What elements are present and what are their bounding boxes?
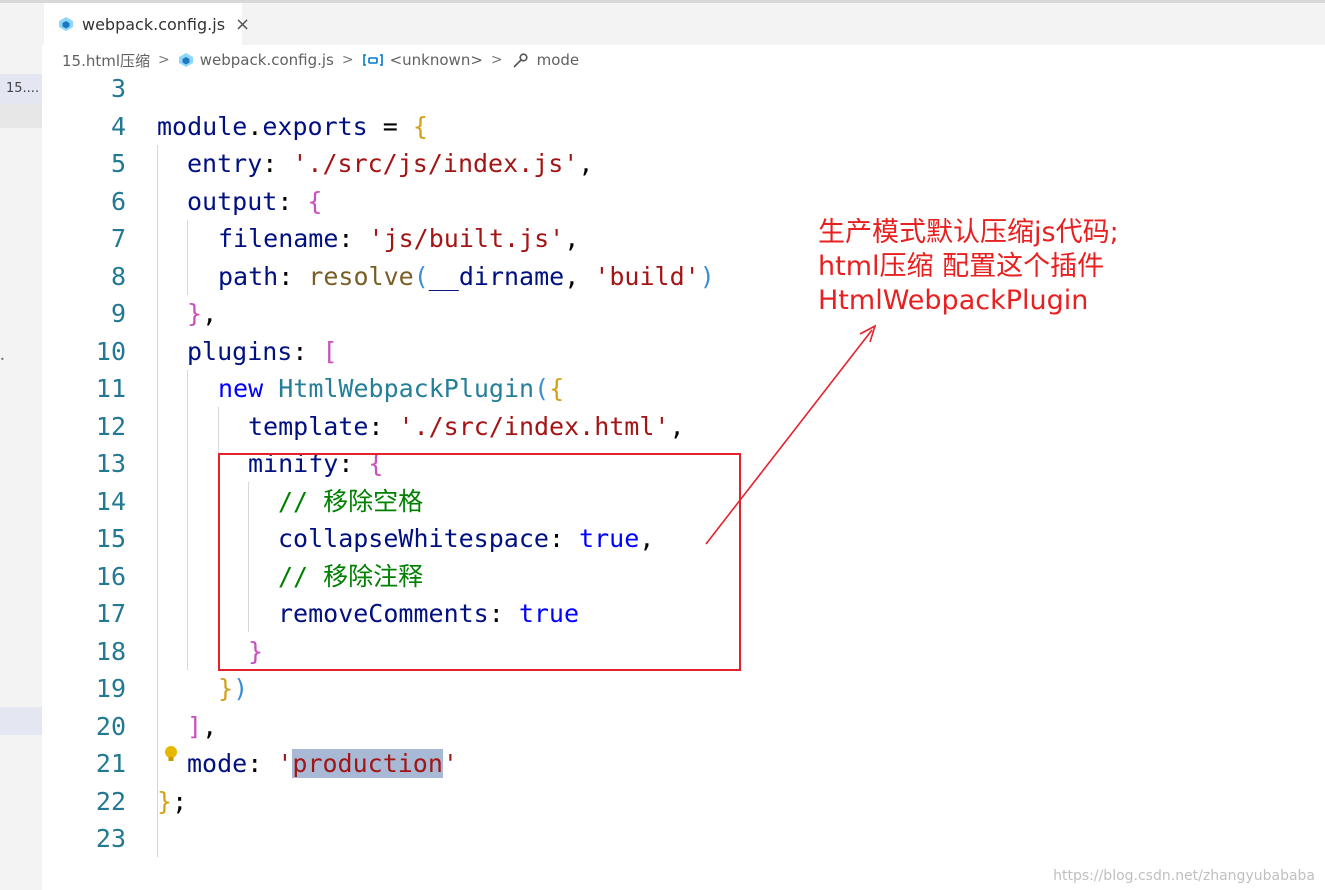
sidebar: 15.... • <box>0 45 42 890</box>
code-text: mode: 'production' <box>187 749 458 778</box>
line-number: 18 <box>95 637 126 666</box>
code-text: }, <box>187 299 218 328</box>
code-line: 7 filename: 'js/built.js', <box>44 220 1325 257</box>
breadcrumb-property[interactable]: mode <box>511 51 580 69</box>
code-text: output: { <box>187 187 323 216</box>
sidebar-item-label[interactable]: 15.... <box>0 74 42 104</box>
code-text: path: resolve(__dirname, 'build') <box>218 262 715 291</box>
tab-webpack-config[interactable]: webpack.config.js × <box>44 3 250 45</box>
line-number: 9 <box>110 299 126 328</box>
line-number: 11 <box>95 374 126 403</box>
tab-label: webpack.config.js <box>82 14 226 34</box>
annotation-highlight-box <box>218 453 741 671</box>
code-text: new HtmlWebpackPlugin({ <box>218 374 565 403</box>
code-line: 4 module.exports = { <box>44 108 1325 145</box>
breadcrumb-folder[interactable]: 15.html压缩 <box>62 50 150 71</box>
code-text: entry: './src/js/index.js', <box>187 149 594 178</box>
variable-symbol-icon <box>362 52 384 68</box>
code-line: 22 }; <box>44 783 1325 820</box>
line-number: 22 <box>95 787 126 816</box>
wrench-icon <box>511 52 531 68</box>
code-line: 10 plugins: [ <box>44 333 1325 370</box>
code-line: 12 template: './src/index.html', <box>44 408 1325 445</box>
breadcrumb-separator: > <box>341 52 354 68</box>
code-line: 11 new HtmlWebpackPlugin({ <box>44 370 1325 407</box>
line-number: 4 <box>110 112 126 141</box>
code-text: filename: 'js/built.js', <box>218 224 580 253</box>
line-number: 15 <box>95 524 126 553</box>
breadcrumb-file-label: webpack.config.js <box>199 51 334 69</box>
code-text: ], <box>187 712 218 741</box>
code-line: 8 path: resolve(__dirname, 'build') <box>44 258 1325 295</box>
annotation-line: HtmlWebpackPlugin <box>818 285 1089 316</box>
code-line: 5 entry: './src/js/index.js', <box>44 145 1325 182</box>
line-number: 14 <box>95 487 126 516</box>
line-number: 19 <box>95 674 126 703</box>
breadcrumb-symbol[interactable]: <unknown> <box>362 51 483 69</box>
code-text: plugins: [ <box>187 337 338 366</box>
breadcrumb-separator: > <box>490 52 503 68</box>
sidebar-selected-row[interactable] <box>0 104 42 128</box>
line-number: 8 <box>110 262 126 291</box>
line-number: 12 <box>95 412 126 441</box>
lightbulb-icon[interactable] <box>164 745 178 769</box>
line-number: 7 <box>110 224 126 253</box>
line-number: 20 <box>95 712 126 741</box>
code-line: 20 ], <box>44 708 1325 745</box>
annotation-line: html压缩 配置这个插件 <box>818 251 1105 282</box>
close-icon[interactable]: × <box>235 14 250 35</box>
line-number: 5 <box>110 149 126 178</box>
code-line: 21 mode: 'production' <box>44 745 1325 782</box>
breadcrumb-property-label: mode <box>536 51 580 69</box>
line-number: 16 <box>95 562 126 591</box>
code-text: }) <box>218 674 249 703</box>
breadcrumb-separator: > <box>158 52 170 68</box>
code-line: 9 }, <box>44 295 1325 332</box>
code-text: template: './src/index.html', <box>248 412 685 441</box>
breadcrumb-symbol-label: <unknown> <box>389 51 483 69</box>
code-line: 23 <box>44 820 1325 857</box>
line-number: 10 <box>95 337 126 366</box>
watermark: https://blog.csdn.net/zhangyubababa <box>1053 868 1315 884</box>
annotation-line: 生产模式默认压缩js代码; <box>818 217 1119 248</box>
line-number: 21 <box>95 749 126 778</box>
selected-text[interactable]: production <box>292 749 443 778</box>
line-number: 6 <box>110 187 126 216</box>
line-number: 23 <box>95 824 126 853</box>
line-number: 13 <box>95 449 126 478</box>
code-line: 19 }) <box>44 670 1325 707</box>
line-number: 3 <box>110 74 126 103</box>
annotation-text: 生产模式默认压缩js代码; html压缩 配置这个插件 HtmlWebpackP… <box>818 216 1119 318</box>
code-line: 3 <box>44 70 1325 107</box>
code-text: }; <box>157 787 188 816</box>
webpack-cube-icon <box>178 52 194 68</box>
breadcrumb-file[interactable]: webpack.config.js <box>178 51 334 69</box>
code-text: module.exports = { <box>157 112 428 141</box>
sidebar-highlight-row[interactable] <box>0 707 42 735</box>
sidebar-marker: • <box>0 355 5 364</box>
line-number: 17 <box>95 599 126 628</box>
code-line: 6 output: { <box>44 183 1325 220</box>
editor-tab-bar: webpack.config.js × <box>0 3 1325 45</box>
webpack-cube-icon <box>58 16 74 32</box>
